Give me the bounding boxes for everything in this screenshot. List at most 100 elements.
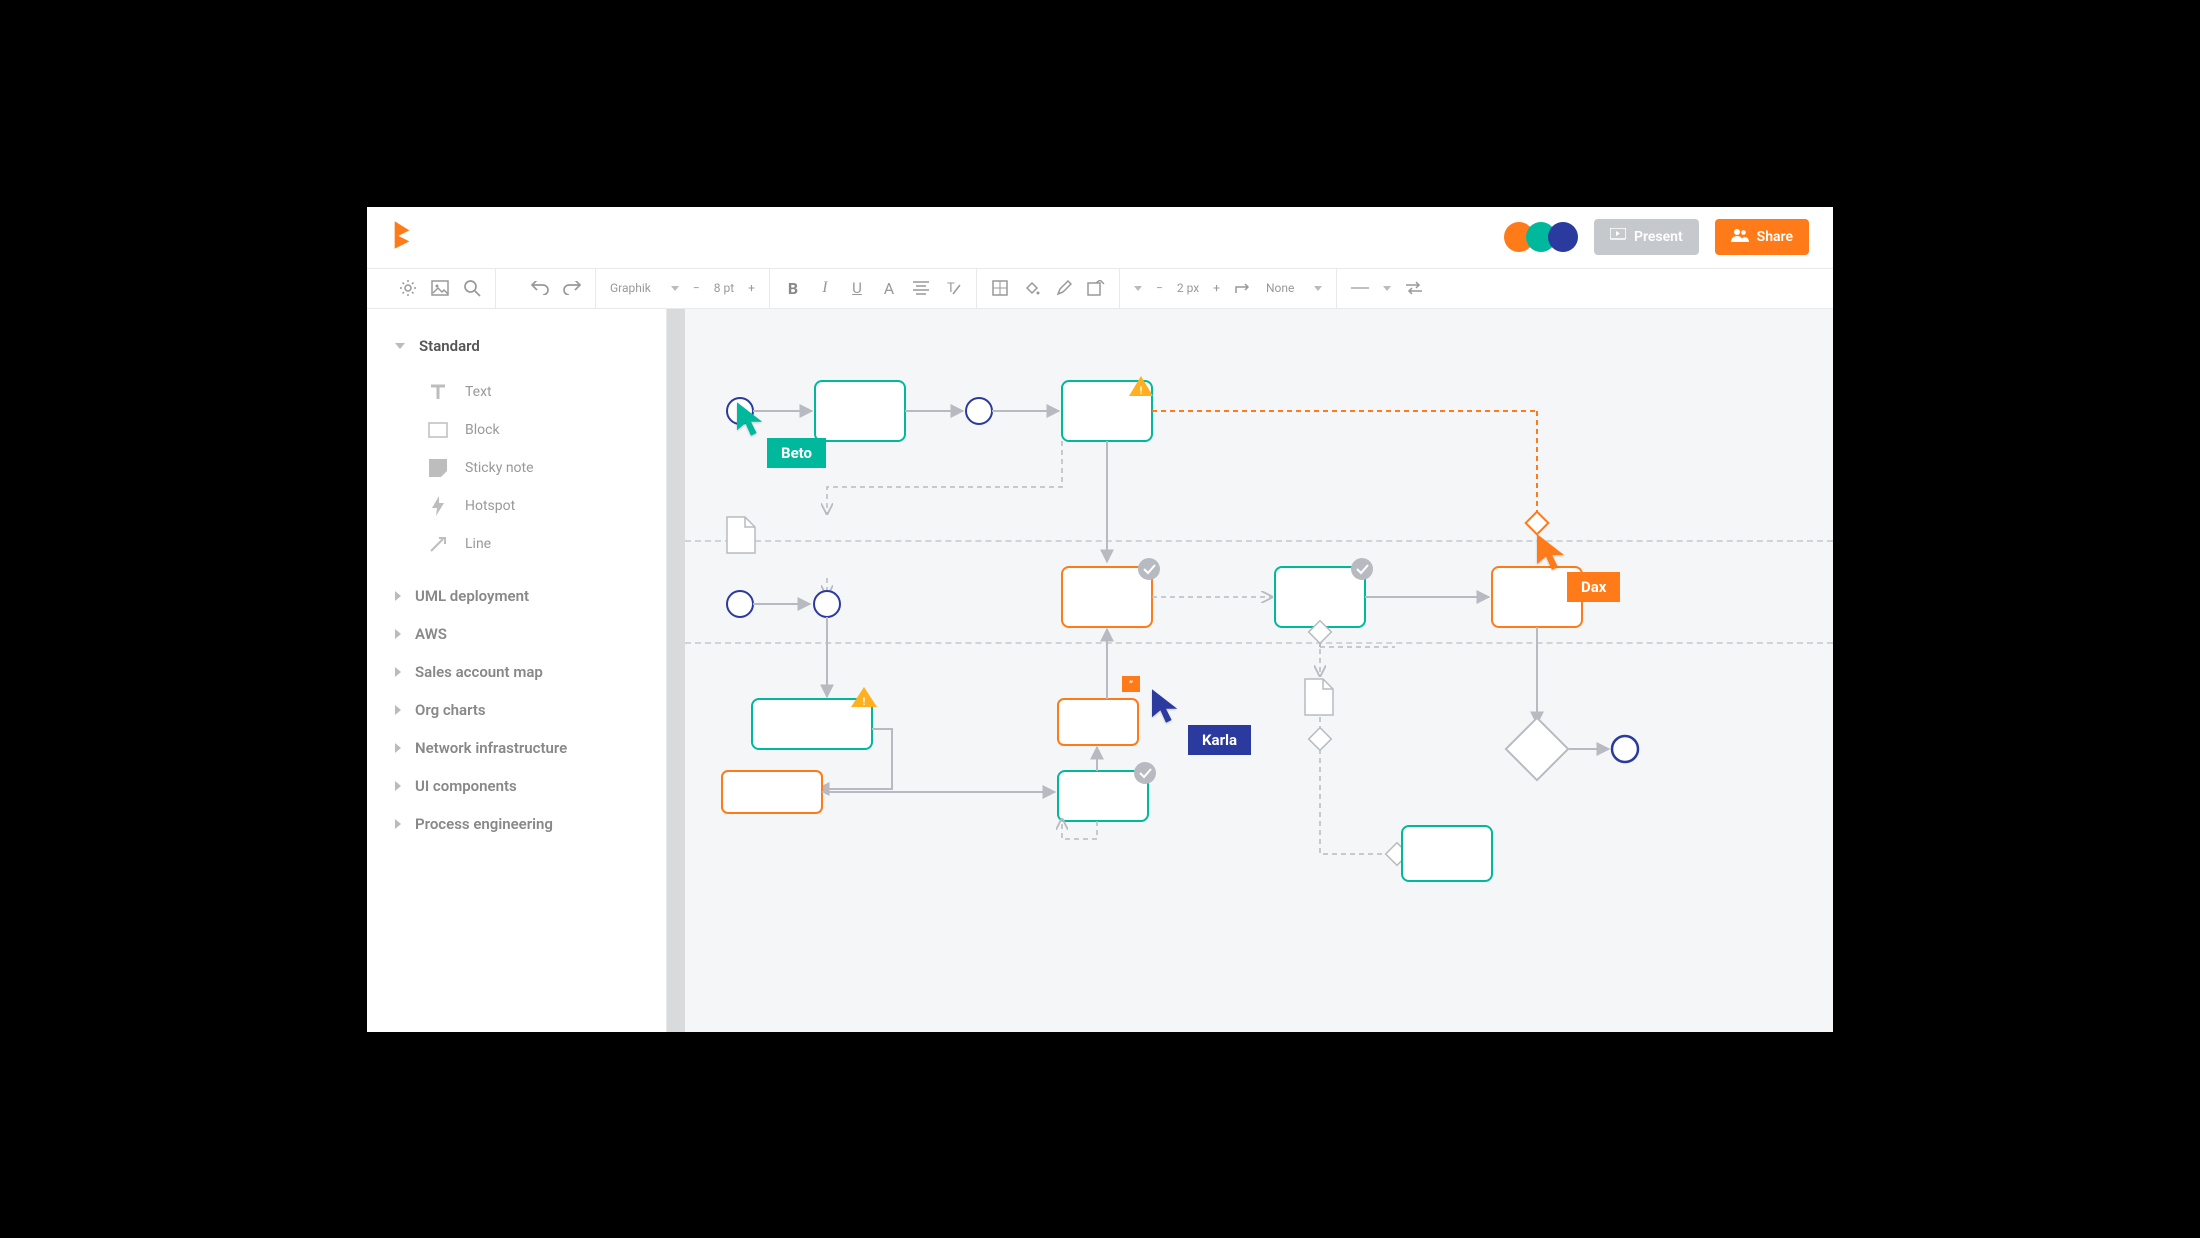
collaborator-cursor-beto: Beto xyxy=(737,402,826,468)
sticky-icon xyxy=(427,457,449,479)
hotspot-icon xyxy=(427,495,449,517)
decrease-font[interactable]: − xyxy=(693,281,700,295)
sidebar-cat-ui[interactable]: UI components xyxy=(367,767,666,805)
sidebar-cat-standard[interactable]: Standard xyxy=(367,327,666,365)
chevron-right-icon xyxy=(395,819,401,829)
intermediate-event[interactable] xyxy=(966,398,992,424)
task-block[interactable] xyxy=(815,381,905,441)
sidebar-cat-label: Sales account map xyxy=(415,663,543,681)
share-label: Share xyxy=(1757,229,1793,245)
sidebar-item-label: Text xyxy=(465,384,492,400)
underline-icon[interactable]: U xyxy=(848,279,866,297)
check-shape-icon[interactable] xyxy=(1087,279,1105,297)
collaborator-cursor-dax: Dax xyxy=(1537,534,1620,602)
sidebar-item-text[interactable]: Text xyxy=(367,373,666,411)
italic-icon[interactable]: I xyxy=(816,279,834,297)
app-window: Present Share Graphik − 8 pt + B I xyxy=(367,207,1833,1032)
sidebar-item-block[interactable]: Block xyxy=(367,411,666,449)
font-name: Graphik xyxy=(610,281,651,295)
align-icon[interactable] xyxy=(912,279,930,297)
sidebar-cat-uml[interactable]: UML deployment xyxy=(367,577,666,615)
task-block[interactable] xyxy=(1058,771,1148,821)
sidebar-cat-label: AWS xyxy=(415,625,447,643)
check-badge xyxy=(1351,558,1373,580)
chevron-down-icon[interactable] xyxy=(1383,286,1391,291)
canvas-area[interactable]: ! xyxy=(667,309,1833,1032)
decrease-stroke[interactable]: − xyxy=(1156,281,1163,295)
sidebar-cat-label: Standard xyxy=(419,337,480,355)
chevron-right-icon xyxy=(395,743,401,753)
sidebar-cat-org[interactable]: Org charts xyxy=(367,691,666,729)
stroke-width[interactable]: 2 px xyxy=(1177,281,1199,295)
sidebar-cat-label: UI components xyxy=(415,777,517,795)
shape-icon[interactable] xyxy=(991,279,1009,297)
diagram-svg: ! xyxy=(667,309,1833,1032)
chevron-right-icon xyxy=(395,781,401,791)
connector-icon[interactable] xyxy=(1234,279,1252,297)
font-select[interactable]: Graphik xyxy=(610,281,679,295)
share-button[interactable]: Share xyxy=(1715,219,1809,255)
cursor-name: Beto xyxy=(767,438,826,468)
chevron-down-icon[interactable] xyxy=(1134,286,1142,291)
present-button[interactable]: Present xyxy=(1594,219,1699,255)
chevron-down-icon xyxy=(1314,286,1322,291)
task-block[interactable] xyxy=(1275,567,1365,627)
gear-icon[interactable] xyxy=(399,279,417,297)
sidebar-item-hotspot[interactable]: Hotspot xyxy=(367,487,666,525)
avatar[interactable] xyxy=(1548,222,1578,252)
cursor-icon xyxy=(737,402,765,436)
app-logo[interactable] xyxy=(391,221,413,253)
image-icon[interactable] xyxy=(431,279,449,297)
sidebar-item-line[interactable]: Line xyxy=(367,525,666,563)
check-badge xyxy=(1134,762,1156,784)
sidebar-cat-aws[interactable]: AWS xyxy=(367,615,666,653)
collaborator-avatars[interactable] xyxy=(1504,222,1578,252)
document-icon[interactable] xyxy=(1305,679,1333,715)
cursor-icon xyxy=(1537,534,1567,570)
toolbar: Graphik − 8 pt + B I U A T − 2 px + None xyxy=(367,269,1833,309)
sidebar-cat-label: Network infrastructure xyxy=(415,739,567,757)
arrow-start-icon[interactable] xyxy=(1351,279,1369,297)
intermediate-event[interactable] xyxy=(814,591,840,617)
redo-icon[interactable] xyxy=(563,279,581,297)
start-event[interactable] xyxy=(727,591,753,617)
sidebar-item-label: Hotspot xyxy=(465,498,515,514)
task-block[interactable] xyxy=(1062,567,1152,627)
line-style-select[interactable]: None xyxy=(1266,281,1322,295)
clear-format-icon[interactable]: T xyxy=(944,279,962,297)
gateway-diamond[interactable] xyxy=(1309,727,1332,750)
increase-font[interactable]: + xyxy=(748,281,755,295)
check-badge xyxy=(1138,558,1160,580)
fill-icon[interactable] xyxy=(1023,279,1041,297)
gateway-diamond[interactable] xyxy=(1526,511,1549,534)
undo-icon[interactable] xyxy=(531,279,549,297)
task-block[interactable] xyxy=(722,771,822,813)
search-icon[interactable] xyxy=(463,279,481,297)
sidebar-cat-network[interactable]: Network infrastructure xyxy=(367,729,666,767)
sidebar-cat-label: UML deployment xyxy=(415,587,529,605)
text-color-icon[interactable]: A xyxy=(880,279,898,297)
pencil-icon[interactable] xyxy=(1055,279,1073,297)
line-icon xyxy=(427,533,449,555)
block-icon xyxy=(427,419,449,441)
task-block[interactable] xyxy=(1402,826,1492,881)
end-event[interactable] xyxy=(1612,736,1638,762)
sidebar-item-sticky[interactable]: Sticky note xyxy=(367,449,666,487)
gateway-diamond[interactable] xyxy=(1506,717,1568,779)
chevron-right-icon xyxy=(395,591,401,601)
document-icon[interactable] xyxy=(727,517,755,553)
cursor-name: Karla xyxy=(1188,725,1251,755)
sidebar-item-label: Block xyxy=(465,422,500,438)
header-bar: Present Share xyxy=(367,207,1833,269)
sidebar-cat-process[interactable]: Process engineering xyxy=(367,805,666,843)
chevron-down-icon xyxy=(671,286,679,291)
task-block[interactable] xyxy=(1058,699,1138,745)
bold-icon[interactable]: B xyxy=(784,279,802,297)
chevron-down-icon xyxy=(395,343,405,349)
font-size[interactable]: 8 pt xyxy=(714,281,734,295)
sidebar-cat-sales[interactable]: Sales account map xyxy=(367,653,666,691)
increase-stroke[interactable]: + xyxy=(1213,281,1220,295)
swap-icon[interactable] xyxy=(1405,279,1423,297)
collaborator-cursor-karla: Karla xyxy=(1152,689,1251,755)
chevron-right-icon xyxy=(395,705,401,715)
